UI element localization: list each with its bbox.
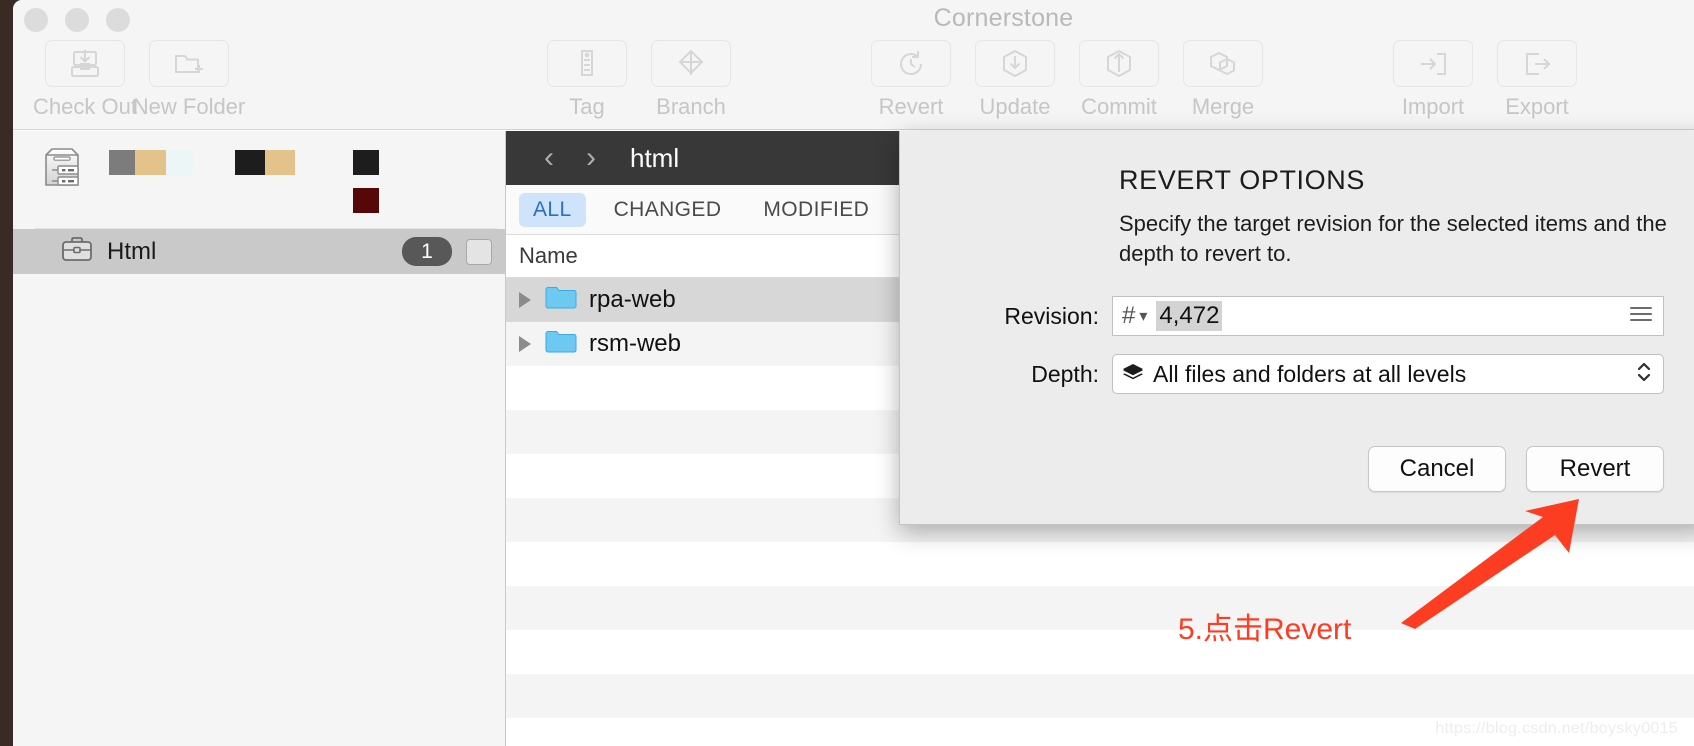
server-icon [42,146,84,199]
toolbar-label: Tag [569,94,605,119]
window-title: Cornerstone [933,4,1074,32]
toolbar-item-branch[interactable]: Branch [639,40,743,120]
folder-icon [545,329,577,359]
dialog-title: REVERT OPTIONS [1119,165,1365,195]
chevron-left-icon[interactable]: ‹ [528,141,570,175]
toolbar-label: Import [1401,94,1465,119]
toolbar-group-left: Check Out New Folder [33,40,245,120]
status-badge: 1 [402,237,452,266]
toolbar-label: Branch [656,94,726,119]
file-name: rpa-web [589,286,676,313]
redacted-block [235,150,265,175]
toolbar-label: Revert [878,94,944,119]
toolbar-label: Check Out [33,94,137,119]
redacted-block [265,150,295,175]
tab-all[interactable]: ALL [519,192,586,227]
chevron-right-icon[interactable]: › [570,141,612,175]
revision-input[interactable]: # ▾ 4,472 [1112,296,1664,336]
new-folder-icon[interactable] [149,40,229,87]
briefcase-icon [61,235,93,268]
toolbar-item-tag[interactable]: Tag [535,40,639,120]
toolbar-group-mid: Tag Branch [535,40,743,120]
revision-value[interactable]: 4,472 [1156,301,1223,331]
commit-icon[interactable] [1079,40,1159,87]
table-row-empty [506,630,1694,674]
sidebar-item-html[interactable]: Html 1 [13,229,505,274]
redacted-block [353,150,379,175]
redacted-block [135,150,166,175]
toolbar-label: Commit [1081,94,1157,119]
list-icon[interactable] [1628,304,1654,329]
revert-icon[interactable] [871,40,951,87]
redacted-block [353,188,379,213]
layers-icon [1122,362,1144,387]
breadcrumb: html [630,142,680,173]
tab-modified[interactable]: MODIFIED [749,193,883,227]
toolbar-label: New Folder [132,94,246,119]
toolbar-item-update[interactable]: Update [963,40,1067,120]
toolbar-item-merge[interactable]: Merge [1171,40,1275,120]
revert-options-dialog: REVERT OPTIONS Specify the target revisi… [899,131,1694,525]
hash-icon: # [1122,302,1136,329]
annotation-text: 5.点击Revert [1178,613,1352,646]
toolbar-item-export[interactable]: Export [1485,40,1589,120]
cancel-button[interactable]: Cancel [1368,446,1506,492]
revert-button[interactable]: Revert [1526,446,1664,492]
sidebar: Html 1 [13,131,506,746]
import-icon[interactable] [1393,40,1473,87]
column-header-name: Name [519,243,578,268]
revision-field-row: Revision: # ▾ 4,472 [900,296,1694,336]
toolbar-item-revert[interactable]: Revert [859,40,963,120]
tag-icon[interactable] [547,40,627,87]
cornerstone-window: Cornerstone Check Out New Folder Tag Bra… [13,0,1694,746]
chevron-down-icon[interactable]: ▾ [1139,306,1147,326]
folder-icon [545,285,577,315]
revision-label: Revision: [1004,302,1099,329]
stepper-icon[interactable] [1634,357,1654,392]
screenshot-root: Cornerstone Check Out New Folder Tag Bra… [0,0,1694,746]
watermark: https://blog.csdn.net/boysky0015 [1435,720,1678,737]
branch-icon[interactable] [651,40,731,87]
depth-field-row: Depth: All files and folders at all leve… [900,354,1694,394]
redacted-block [109,150,135,175]
file-name: rsm-web [589,330,682,357]
sidebar-item-checkbox[interactable] [466,238,492,265]
toolbar: Cornerstone Check Out New Folder Tag Bra… [13,0,1694,130]
dialog-buttons: Cancel Revert [1368,446,1664,492]
sidebar-item-label: Html [107,237,157,265]
merge-icon[interactable] [1183,40,1263,87]
redacted-block [166,150,193,175]
update-icon[interactable] [975,40,1055,87]
disclosure-triangle[interactable] [519,292,531,308]
toolbar-label: Update [979,94,1051,119]
check-out-icon[interactable] [45,40,125,87]
depth-value: All files and folders at all levels [1153,360,1467,387]
toolbar-item-new-folder[interactable]: New Folder [133,40,245,120]
tab-changed[interactable]: CHANGED [600,193,736,227]
export-icon[interactable] [1497,40,1577,87]
table-row-empty [506,674,1694,718]
sidebar-server-group [35,131,497,229]
toolbar-label: Merge [1191,94,1255,119]
depth-label: Depth: [1031,360,1099,387]
toolbar-group-vcs: Revert Update Commit Merge [859,40,1275,120]
annotation-arrow [1401,499,1579,629]
toolbar-item-check-out[interactable]: Check Out [33,40,137,120]
toolbar-label: Export [1505,94,1569,119]
depth-select[interactable]: All files and folders at all levels [1112,354,1664,394]
disclosure-triangle[interactable] [519,336,531,352]
toolbar-group-right: Import Export [1381,40,1589,120]
dialog-description: Specify the target revision for the sele… [1119,211,1667,266]
toolbar-item-import[interactable]: Import [1381,40,1485,120]
toolbar-item-commit[interactable]: Commit [1067,40,1171,120]
